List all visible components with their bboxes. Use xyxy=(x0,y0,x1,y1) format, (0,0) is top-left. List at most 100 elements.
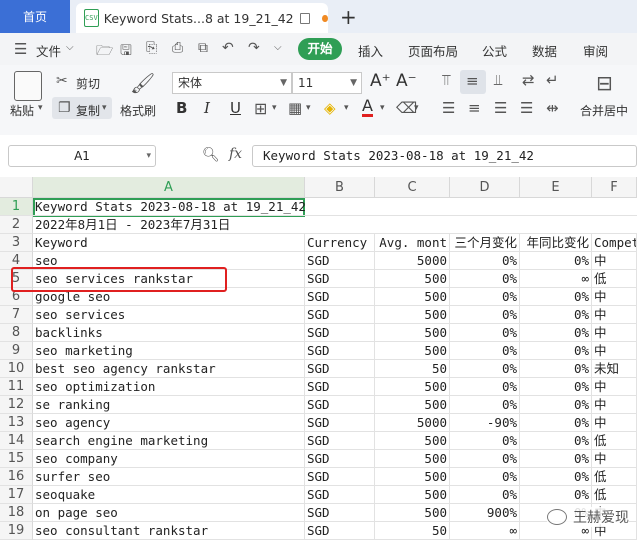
cell-c[interactable] xyxy=(375,216,450,234)
copy-chevron-icon[interactable]: ▾ xyxy=(102,103,107,113)
fx-button[interactable]: fx xyxy=(229,146,242,162)
tab-home[interactable]: 首页 xyxy=(0,0,70,33)
cell-c[interactable] xyxy=(375,198,450,216)
cell-e[interactable]: 0% xyxy=(520,324,592,342)
cell-a[interactable]: 2022年8月1日 - 2023年7月31日 xyxy=(33,216,305,234)
align-right-icon[interactable]: ☰ xyxy=(494,99,507,117)
cell-b[interactable]: SGD xyxy=(305,270,375,288)
menu-data[interactable]: 数据 xyxy=(532,41,557,60)
cell-c[interactable]: Avg. mont xyxy=(375,234,450,252)
row-header[interactable]: 19 xyxy=(0,522,33,540)
cell-e[interactable]: 0% xyxy=(520,342,592,360)
cell-e[interactable]: 年同比变化 xyxy=(520,234,592,252)
cell-f[interactable]: 中 xyxy=(592,450,637,468)
cell-c[interactable]: 5000 xyxy=(375,414,450,432)
cell-f[interactable]: 中 xyxy=(592,378,637,396)
cell-style-icon[interactable]: ▦ xyxy=(288,99,302,117)
cell-d[interactable]: 0% xyxy=(450,360,520,378)
cell-a[interactable]: Keyword xyxy=(33,234,305,252)
save-icon[interactable]: 🖫 xyxy=(120,40,132,64)
open-folder-icon[interactable]: 🗁 xyxy=(96,40,113,64)
font-increase-icon[interactable]: A⁺ xyxy=(370,71,391,91)
underline-button[interactable]: U xyxy=(230,99,241,117)
cell-a[interactable]: seo company xyxy=(33,450,305,468)
row-header[interactable]: 12 xyxy=(0,396,33,414)
cell-d[interactable]: 0% xyxy=(450,270,520,288)
cell-c[interactable]: 500 xyxy=(375,432,450,450)
cell-d[interactable]: 0% xyxy=(450,468,520,486)
cell-a[interactable]: seo services xyxy=(33,306,305,324)
cell-f[interactable]: 中 xyxy=(592,288,637,306)
menu-page-layout[interactable]: 页面布局 xyxy=(408,41,458,60)
text-direction-icon[interactable]: ⇄ xyxy=(522,71,535,89)
format-painter-icon[interactable]: 🖌 xyxy=(130,71,155,95)
row-header[interactable]: 8 xyxy=(0,324,33,342)
cell-b[interactable]: SGD xyxy=(305,306,375,324)
merge-center-icon[interactable]: ⊟ xyxy=(596,71,613,95)
cell-b[interactable]: SGD xyxy=(305,504,375,522)
cell-d[interactable]: 三个月变化 xyxy=(450,234,520,252)
more-chevron-icon[interactable]: ⌵ xyxy=(274,42,282,53)
undo-icon[interactable]: ↶ xyxy=(222,40,234,56)
cell-d[interactable]: 0% xyxy=(450,432,520,450)
cell-f[interactable]: 中 xyxy=(592,324,637,342)
row-header[interactable]: 11 xyxy=(0,378,33,396)
hamburger-icon[interactable]: ☰ xyxy=(14,40,27,58)
bold-button[interactable]: B xyxy=(176,99,187,117)
cell-c[interactable]: 50 xyxy=(375,360,450,378)
italic-button[interactable]: I xyxy=(204,99,210,117)
cell-a[interactable]: on page seo xyxy=(33,504,305,522)
column-header-d[interactable]: D xyxy=(450,177,520,198)
row-header[interactable]: 3 xyxy=(0,234,33,252)
cell-a[interactable]: seo marketing xyxy=(33,342,305,360)
cell-f[interactable]: 中 xyxy=(592,396,637,414)
cell-e[interactable]: 0% xyxy=(520,468,592,486)
cell-a[interactable]: seo optimization xyxy=(33,378,305,396)
cell-e[interactable] xyxy=(520,198,592,216)
row-header[interactable]: 7 xyxy=(0,306,33,324)
name-box[interactable]: A1 ▾ xyxy=(8,145,156,167)
row-header[interactable]: 2 xyxy=(0,216,33,234)
column-header-e[interactable]: E xyxy=(520,177,592,198)
font-color-button[interactable]: A xyxy=(362,98,373,117)
cell-f[interactable]: 低 xyxy=(592,468,637,486)
cell-c[interactable]: 500 xyxy=(375,486,450,504)
eraser-chevron-icon[interactable]: ▾ xyxy=(414,103,419,113)
cell-c[interactable]: 500 xyxy=(375,504,450,522)
distributed-icon[interactable]: ⇹ xyxy=(546,99,559,117)
row-header[interactable]: 9 xyxy=(0,342,33,360)
cell-d[interactable]: 0% xyxy=(450,450,520,468)
cell-a[interactable]: seo agency xyxy=(33,414,305,432)
cell-a[interactable]: search engine marketing xyxy=(33,432,305,450)
cell-f[interactable]: 中 xyxy=(592,414,637,432)
zoom-search-icon[interactable]: 🔍︎ xyxy=(202,147,220,163)
font-name-select[interactable]: 宋体 ▼ xyxy=(172,72,292,94)
row-header[interactable]: 17 xyxy=(0,486,33,504)
cell-d[interactable]: 0% xyxy=(450,324,520,342)
cell-e[interactable]: 0% xyxy=(520,450,592,468)
cell-c[interactable]: 500 xyxy=(375,288,450,306)
cell-d[interactable]: 0% xyxy=(450,486,520,504)
cell-b[interactable]: SGD xyxy=(305,468,375,486)
menu-formula[interactable]: 公式 xyxy=(482,41,507,60)
new-tab-button[interactable]: + xyxy=(340,5,357,29)
cell-d[interactable]: 0% xyxy=(450,288,520,306)
cell-b[interactable]: SGD xyxy=(305,378,375,396)
cell-f[interactable] xyxy=(592,216,637,234)
row-header[interactable]: 15 xyxy=(0,450,33,468)
cell-e[interactable]: ∞ xyxy=(520,270,592,288)
cell-e[interactable]: 0% xyxy=(520,306,592,324)
cell-c[interactable]: 500 xyxy=(375,342,450,360)
align-center-icon[interactable]: ≡ xyxy=(468,99,481,117)
cell-f[interactable]: 未知 xyxy=(592,360,637,378)
cell-d[interactable]: 900% xyxy=(450,504,520,522)
format-painter-label[interactable]: 格式刷 xyxy=(120,102,156,119)
cell-f[interactable]: Compet xyxy=(592,234,637,252)
cell-f[interactable]: 低 xyxy=(592,432,637,450)
cell-d[interactable]: 0% xyxy=(450,252,520,270)
cell-c[interactable]: 500 xyxy=(375,396,450,414)
cell-c[interactable]: 5000 xyxy=(375,252,450,270)
cell-c[interactable]: 500 xyxy=(375,306,450,324)
cell-f[interactable]: 低 xyxy=(592,486,637,504)
cell-a[interactable]: seo consultant rankstar xyxy=(33,522,305,540)
